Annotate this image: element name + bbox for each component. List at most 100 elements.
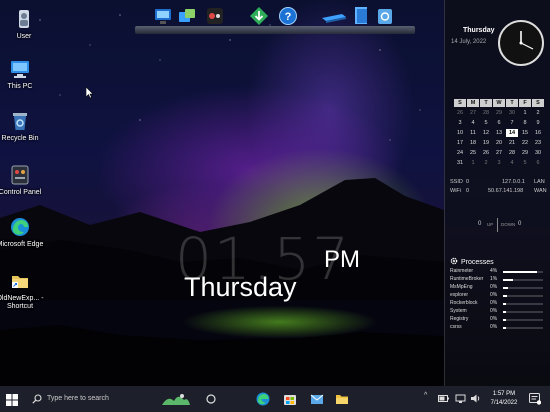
desktop-icon-user[interactable]: User (0, 8, 48, 41)
taskbar-time: 1:57 PM (492, 391, 516, 397)
process-percent: 0% (490, 284, 498, 290)
desktop-icon-label: Control Panel (0, 189, 42, 196)
windows-logo-icon (6, 394, 18, 406)
store-icon[interactable] (282, 391, 298, 407)
battery-icon[interactable] (438, 394, 450, 404)
cortana-icon[interactable] (160, 391, 192, 407)
desktop-icon-control-panel[interactable]: Control Panel (0, 164, 44, 197)
volume-icon[interactable] (470, 393, 481, 404)
desktop-icon-label: Recycle Bin (1, 135, 39, 142)
recycle-icon[interactable] (375, 6, 395, 26)
process-name: Rockerblock (450, 300, 478, 306)
analog-clock (498, 20, 544, 66)
process-bar-track (503, 327, 543, 329)
calendar-day: 20 (495, 140, 503, 146)
wan-label: WAN (534, 188, 547, 194)
mouse-cursor-icon (86, 87, 94, 99)
network-speed: 0 UP DOWN 0 (450, 218, 545, 232)
edge-icon (9, 216, 31, 238)
calendar-weekday-header: S (454, 99, 466, 107)
process-percent: 1% (490, 276, 498, 282)
process-bar-fill (503, 319, 507, 321)
calendar-weekday-header: M (467, 99, 479, 107)
process-bar-fill (503, 303, 507, 305)
process-percent: 0% (490, 316, 498, 322)
process-name: csrss (450, 324, 462, 330)
calendar: S M T W T F S 26 27 28 29 30 1 2 3 4 5 6 7 8 9 10 11 12 13 14 15 16… (454, 99, 544, 167)
sidebar-day: Thursday (463, 27, 495, 34)
desktop-icon-shortcut[interactable]: OldNewExp... - Shortcut (0, 270, 44, 311)
calendar-day: 25 (469, 150, 477, 156)
process-row: Rainmeter 4% (450, 268, 545, 276)
edge-icon[interactable] (255, 391, 271, 407)
process-bar-fill (503, 287, 508, 289)
calendar-day: 4 (510, 160, 514, 166)
upload-value: 0 (478, 221, 482, 227)
calendar-day: 2 (536, 110, 540, 116)
task-view-icon[interactable] (203, 391, 219, 407)
taskbar: Type here to search ^ 1:57 PM 7/14/2022 (0, 386, 550, 412)
chevron-up-icon[interactable]: ^ (424, 392, 427, 399)
svg-text:?: ? (285, 11, 292, 23)
big-clock-ampm: PM (324, 246, 360, 273)
file-explorer-icon[interactable] (334, 391, 350, 407)
calendar-day: 19 (482, 140, 490, 146)
calendar-day: 6 (536, 160, 540, 166)
desktop-icon-this-pc[interactable]: This PC (0, 58, 44, 91)
download-icon[interactable] (249, 6, 269, 26)
calendar-weekday-header: W (493, 99, 505, 107)
download-value: 0 (518, 221, 522, 227)
process-bar-track (503, 279, 543, 281)
calendar-day: 5 (523, 160, 527, 166)
calendar-day: 9 (536, 120, 540, 126)
desktop-icon-label: Microsoft Edge (0, 241, 44, 248)
process-row: System 0% (450, 308, 545, 316)
network-info: SSID 0 127.0.0.1 LAN WiFi 0 50.67.141.19… (450, 179, 547, 197)
taskbar-search-box[interactable]: Type here to search (26, 389, 156, 409)
desktop-icon-edge[interactable]: Microsoft Edge (0, 216, 44, 249)
wan-ip: 50.67.141.198 (488, 188, 524, 194)
calendar-day: 15 (521, 130, 529, 136)
process-percent: 0% (490, 308, 498, 314)
monitor-icon[interactable] (153, 6, 173, 26)
process-bar-fill (503, 279, 513, 281)
desktop-icon-recycle-bin[interactable]: Recycle Bin (0, 110, 44, 143)
process-percent: 0% (490, 292, 498, 298)
calendar-day: 24 (456, 150, 464, 156)
taskbar-date: 7/14/2022 (490, 400, 518, 406)
ssid-value: 0 (466, 179, 470, 185)
help-icon[interactable]: ? (278, 6, 298, 26)
user-folder-icon (13, 8, 35, 30)
calendar-day: 28 (482, 110, 490, 116)
calendar-day: 3 (458, 120, 462, 126)
calendar-day: 26 (482, 150, 490, 156)
recycle-bin-icon (9, 110, 31, 132)
calendar-weekday-header: S (532, 99, 544, 107)
network-icon[interactable] (177, 6, 197, 26)
process-bar-track (503, 271, 543, 273)
calendar-day: 1 (471, 160, 475, 166)
process-bar-track (503, 311, 543, 313)
mail-icon[interactable] (309, 391, 325, 407)
calendar-day: 29 (495, 110, 503, 116)
upload-label: UP (487, 222, 494, 227)
calendar-day: 30 (508, 110, 516, 116)
process-bar-fill (503, 295, 507, 297)
notifications-icon[interactable] (528, 392, 541, 405)
drive-icon[interactable] (320, 6, 348, 26)
desktop-icon-label: User (16, 33, 32, 40)
process-name: System (450, 308, 467, 314)
media-icon[interactable] (205, 6, 225, 26)
process-bar-track (503, 303, 543, 305)
calendar-day: 31 (456, 160, 464, 166)
network-tray-icon[interactable] (455, 393, 466, 404)
taskbar-clock[interactable]: 1:57 PM 7/14/2022 (484, 390, 524, 408)
process-bar-track (503, 319, 543, 321)
process-bar-fill (503, 271, 537, 273)
process-name: MsMpEng (450, 284, 473, 290)
process-list: Rainmeter 4% RuntimeBroker 1% MsMpEng 0% explo… (450, 268, 545, 332)
calendar-day: 5 (484, 120, 488, 126)
calendar-day: 3 (497, 160, 501, 166)
start-button[interactable] (6, 393, 18, 406)
files-icon[interactable] (351, 6, 371, 26)
